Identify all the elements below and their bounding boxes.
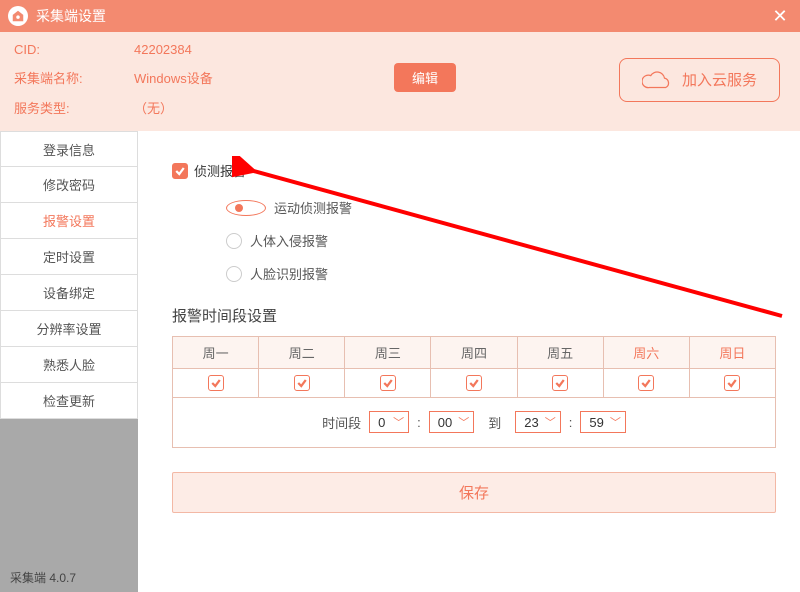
time-range-label: 时间段 <box>322 413 361 432</box>
sidebar-item-login[interactable]: 登录信息 <box>0 131 138 167</box>
sidebar-item-label: 检查更新 <box>43 391 95 410</box>
day-checkbox-sat[interactable] <box>638 375 654 391</box>
to-label: 到 <box>488 413 501 432</box>
sidebar: 登录信息 修改密码 报警设置 定时设置 设备绑定 分辨率设置 熟悉人脸 检查更新… <box>0 131 138 592</box>
sidebar-item-resolution[interactable]: 分辨率设置 <box>0 311 138 347</box>
chevron-down-icon: ﹀ <box>458 414 469 430</box>
save-button[interactable]: 保存 <box>172 472 776 513</box>
sidebar-item-alarm[interactable]: 报警设置 <box>0 203 138 239</box>
edit-button[interactable]: 编辑 <box>394 63 456 92</box>
day-header-sun: 周日 <box>689 337 775 369</box>
sidebar-item-timer[interactable]: 定时设置 <box>0 239 138 275</box>
cid-label: CID: <box>14 42 134 57</box>
day-header-mon: 周一 <box>173 337 259 369</box>
name-label: 采集端名称: <box>14 68 134 87</box>
join-cloud-label: 加入云服务 <box>682 69 757 90</box>
name-value: Windows设备 <box>134 68 394 87</box>
end-hour-select[interactable]: 23 ﹀ <box>515 411 560 433</box>
sidebar-item-bind[interactable]: 设备绑定 <box>0 275 138 311</box>
radio-icon <box>226 233 242 249</box>
start-hour-select[interactable]: 0 ﹀ <box>369 411 409 433</box>
app-logo-icon <box>8 6 28 26</box>
day-checkbox-mon[interactable] <box>208 375 224 391</box>
radio-icon <box>226 266 242 282</box>
chevron-down-icon: ﹀ <box>545 414 556 430</box>
detect-alarm-label: 侦测报警 <box>194 161 246 180</box>
day-checkbox-sun[interactable] <box>724 375 740 391</box>
sidebar-item-password[interactable]: 修改密码 <box>0 167 138 203</box>
join-cloud-button[interactable]: 加入云服务 <box>619 58 780 102</box>
version-label: 采集端 4.0.7 <box>0 563 138 592</box>
radio-motion[interactable]: 运动侦测报警 <box>226 198 776 217</box>
select-value: 0 <box>378 415 385 430</box>
day-checkbox-wed[interactable] <box>380 375 396 391</box>
detect-alarm-checkbox[interactable] <box>172 163 188 179</box>
sidebar-item-label: 设备绑定 <box>43 283 95 302</box>
chevron-down-icon: ﹀ <box>610 414 621 430</box>
select-value: 59 <box>589 415 603 430</box>
radio-label: 人脸识别报警 <box>250 264 328 283</box>
select-value: 00 <box>438 415 452 430</box>
main-panel: 侦测报警 运动侦测报警 人体入侵报警 人脸识别报警 报警时间段设置 周一 周二 … <box>138 131 800 592</box>
end-minute-select[interactable]: 59 ﹀ <box>580 411 625 433</box>
day-header-sat: 周六 <box>603 337 689 369</box>
sidebar-item-label: 登录信息 <box>43 140 95 159</box>
day-table: 周一 周二 周三 周四 周五 周六 周日 <box>172 336 776 398</box>
day-header-fri: 周五 <box>517 337 603 369</box>
cloud-icon <box>642 69 672 91</box>
sidebar-item-label: 报警设置 <box>43 211 95 230</box>
radio-label: 人体入侵报警 <box>250 231 328 250</box>
sidebar-item-faces[interactable]: 熟悉人脸 <box>0 347 138 383</box>
close-icon[interactable]: ✕ <box>768 4 792 28</box>
day-checkbox-thu[interactable] <box>466 375 482 391</box>
sidebar-item-label: 定时设置 <box>43 247 95 266</box>
radio-human[interactable]: 人体入侵报警 <box>226 231 776 250</box>
cid-value: 42202384 <box>134 42 394 57</box>
day-checkbox-tue[interactable] <box>294 375 310 391</box>
day-header-tue: 周二 <box>259 337 345 369</box>
radio-label: 运动侦测报警 <box>274 198 352 217</box>
info-header: CID: 42202384 加入云服务 采集端名称: Windows设备 编辑 … <box>0 32 800 131</box>
radio-icon <box>226 200 266 216</box>
title-bar: 采集端设置 ✕ <box>0 0 800 32</box>
sidebar-item-label: 熟悉人脸 <box>43 355 95 374</box>
day-header-thu: 周四 <box>431 337 517 369</box>
radio-face[interactable]: 人脸识别报警 <box>226 264 776 283</box>
service-type-value: （无） <box>134 98 394 117</box>
day-header-wed: 周三 <box>345 337 431 369</box>
sidebar-item-label: 分辨率设置 <box>36 319 101 338</box>
select-value: 23 <box>524 415 538 430</box>
schedule-title: 报警时间段设置 <box>172 305 776 326</box>
chevron-down-icon: ﹀ <box>393 414 404 430</box>
start-minute-select[interactable]: 00 ﹀ <box>429 411 474 433</box>
window-title: 采集端设置 <box>36 6 768 26</box>
check-icon <box>174 165 186 177</box>
time-range-row: 时间段 0 ﹀ : 00 ﹀ 到 23 ﹀ : 59 ﹀ <box>172 397 776 448</box>
sidebar-item-label: 修改密码 <box>43 175 95 194</box>
day-checkbox-fri[interactable] <box>552 375 568 391</box>
sidebar-item-update[interactable]: 检查更新 <box>0 383 138 419</box>
service-type-label: 服务类型: <box>14 98 134 117</box>
